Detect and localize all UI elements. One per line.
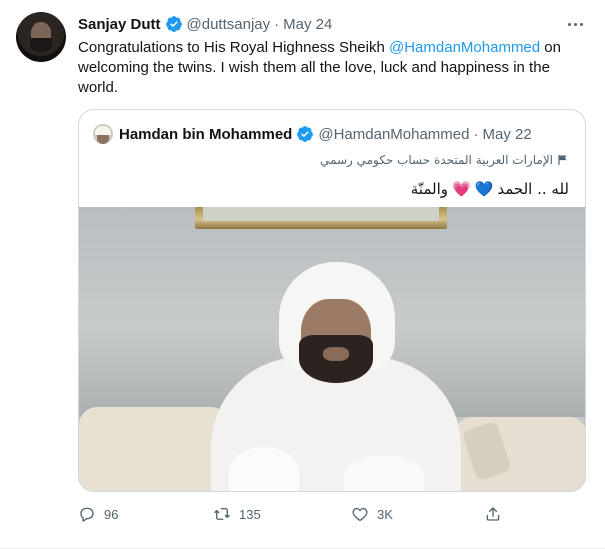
retweet-icon: [214, 508, 230, 520]
mention-link[interactable]: @HamdanMohammed: [389, 39, 540, 56]
ellipsis-icon: [567, 22, 571, 26]
like-button[interactable]: 3K: [351, 500, 393, 528]
retweet-count: 135: [239, 506, 261, 522]
tweet-header: Sanjay Dutt @duttsanjay · May 24: [78, 14, 332, 34]
picture-frame-inner: [203, 207, 439, 221]
reply-count: 96: [104, 506, 119, 522]
verified-icon: [165, 16, 182, 32]
government-label-text: الإمارات العربية المتحدة حساب حكومي رسمي: [320, 153, 553, 167]
reply-button[interactable]: 96: [78, 500, 118, 528]
author-name[interactable]: Sanjay Dutt: [78, 16, 161, 33]
quoted-text-part1: لله .. الحمد: [497, 180, 569, 198]
blue-heart-emoji: 💙: [474, 180, 494, 198]
sofa-left: [79, 407, 229, 491]
pink-heart-emoji: 💗: [452, 180, 471, 198]
verified-icon: [297, 126, 314, 142]
government-account-label: الإمارات العربية المتحدة حساب حكومي رسمي: [320, 151, 569, 169]
author-avatar[interactable]: [16, 12, 66, 62]
quoted-text-part2: والمنّة: [410, 180, 448, 198]
header-separator: ·: [274, 15, 280, 33]
avatar-beard: [30, 38, 52, 52]
chin: [323, 347, 349, 361]
share-icon: [486, 507, 500, 521]
quoted-author-name[interactable]: Hamdan bin Mohammed: [119, 126, 292, 143]
ellipsis-icon: [579, 22, 583, 26]
share-button[interactable]: [484, 500, 502, 528]
tweet[interactable]: Sanjay Dutt @duttsanjay · May 24 Congrat…: [0, 0, 605, 549]
quoted-author-avatar[interactable]: [93, 124, 113, 144]
more-options-button[interactable]: [565, 14, 585, 34]
author-handle[interactable]: @duttsanjay: [187, 16, 271, 33]
like-count: 3K: [377, 506, 393, 522]
quoted-header-separator: ·: [473, 125, 479, 143]
tweet-actions: 96 135 3K: [78, 500, 518, 528]
quoted-tweet[interactable]: Hamdan bin Mohammed @HamdanMohammed · Ma…: [78, 109, 586, 492]
tweet-text: Congratulations to His Royal Highness Sh…: [78, 38, 588, 98]
flag-icon: [558, 155, 567, 165]
reply-icon: [80, 507, 94, 522]
ellipsis-icon: [573, 22, 577, 26]
swaddled-baby: [344, 455, 424, 491]
quoted-tweet-photo[interactable]: [79, 207, 585, 491]
quoted-tweet-header: Hamdan bin Mohammed @HamdanMohammed · Ma…: [93, 124, 532, 144]
quoted-author-handle[interactable]: @HamdanMohammed: [318, 126, 469, 143]
quoted-tweet-text: والمنّة 💗 💙 لله .. الحمد: [411, 177, 569, 201]
heart-icon: [352, 507, 368, 522]
swaddled-baby: [229, 447, 299, 491]
retweet-button[interactable]: 135: [213, 500, 261, 528]
tweet-date[interactable]: May 24: [283, 16, 332, 33]
quoted-tweet-date[interactable]: May 22: [482, 126, 531, 143]
tweet-text-before: Congratulations to His Royal Highness Sh…: [78, 39, 389, 56]
